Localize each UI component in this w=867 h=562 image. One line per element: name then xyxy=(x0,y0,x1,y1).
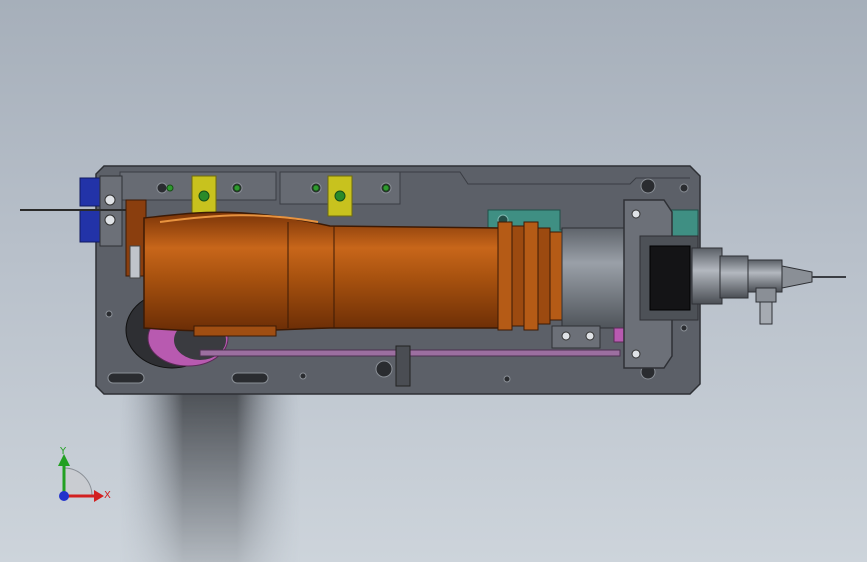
motor-end-cap xyxy=(125,199,147,279)
motor-rings xyxy=(497,221,565,331)
yellow-bracket-right xyxy=(327,175,353,217)
coordinate-triad: Y X xyxy=(58,446,111,502)
air-fitting xyxy=(755,287,777,325)
axis-y-label: Y xyxy=(59,446,67,457)
motor-body xyxy=(143,211,501,337)
cad-viewport[interactable]: Y X xyxy=(0,0,867,562)
floor-shadow xyxy=(120,390,300,562)
cad-drawing: Y X xyxy=(20,165,846,562)
yellow-bracket-left xyxy=(191,175,217,217)
axis-x-label: X xyxy=(104,490,111,501)
